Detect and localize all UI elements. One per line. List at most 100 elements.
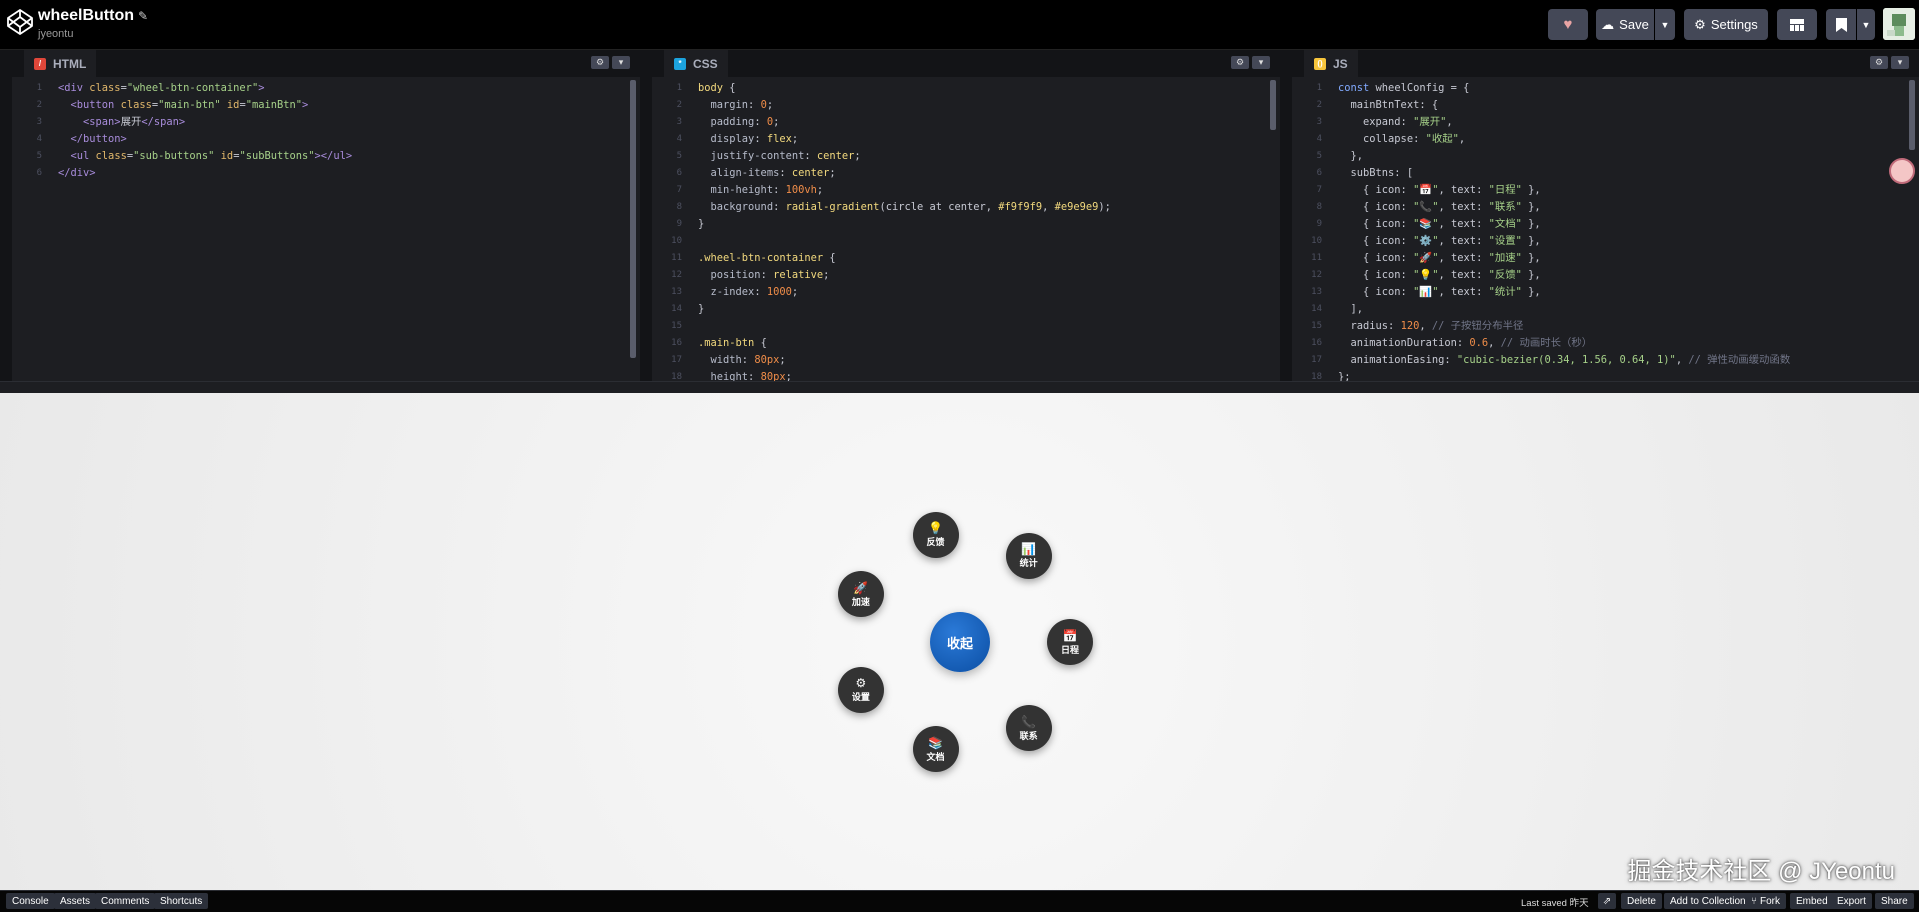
css-code[interactable]: 1 body {2 margin: 0; 3 padding: 0; 4 displa… [652, 80, 1280, 381]
css-editor-pane[interactable]: * CSS ⚙ ▾ 1 body {2 margin: 0; 3 padding: 0… [652, 50, 1280, 381]
pane-settings-button[interactable]: ⚙ [1231, 56, 1249, 69]
tab-js[interactable]: () JS [1304, 50, 1358, 77]
code-token: "联系" [1488, 201, 1522, 213]
code-token: 80px [754, 354, 780, 366]
comments-button[interactable]: Comments [95, 893, 156, 909]
delete-button[interactable]: Delete [1621, 893, 1662, 909]
sub-button[interactable]: 🚀 加速 [837, 571, 884, 618]
line-number: 1 [676, 83, 682, 93]
pane-collapse-button[interactable]: ▾ [1891, 56, 1909, 69]
js-code[interactable]: 1 const wheelConfig = {2 mainBtnText: {3 … [1292, 80, 1919, 381]
codepen-logo-icon[interactable] [6, 8, 34, 36]
scrollbar[interactable] [630, 80, 636, 358]
code-token: ; [829, 167, 836, 179]
bookmark-button[interactable] [1826, 9, 1856, 40]
calendar-icon: 📅 [1062, 628, 1078, 643]
html-badge-icon: / [34, 57, 46, 70]
line-number: 10 [1311, 236, 1322, 246]
code-token: expand: [1338, 116, 1414, 128]
top-bar: wheelButton ✎ jyeontu ♥ ☁ Save ▼ ⚙ Settings… [0, 0, 1919, 50]
code-token: { icon: [1338, 235, 1414, 247]
code-token: , text: [1438, 252, 1489, 264]
code-token: "文档" [1488, 218, 1522, 230]
code-token: , [1488, 337, 1501, 349]
edit-pencil-icon[interactable]: ✎ [138, 9, 148, 23]
sub-button[interactable]: 📊 统计 [1005, 532, 1052, 579]
code-token: 展开 [120, 116, 142, 128]
fork-button[interactable]: ⑂ Fork [1745, 893, 1786, 909]
code-token: }, [1521, 184, 1541, 196]
watermark: 掘金技术社区 @ JYeontu [1627, 858, 1895, 885]
sub-button[interactable]: 📞 联系 [1005, 705, 1052, 751]
assets-button[interactable]: Assets [54, 893, 97, 909]
external-link-button[interactable]: ⇗ [1598, 893, 1616, 909]
code-line: 1 body { [652, 80, 1280, 97]
code-token: , [1419, 320, 1432, 332]
pane-collapse-button[interactable]: ▾ [612, 56, 630, 69]
code-token: ; [816, 184, 824, 196]
embed-button[interactable]: Embed [1790, 893, 1834, 909]
tab-css[interactable]: * CSS [664, 50, 728, 77]
user-avatar[interactable] [1883, 8, 1915, 40]
settings-button[interactable]: ⚙ Settings [1684, 9, 1768, 40]
code-line: 3 expand: "展开", [1292, 114, 1919, 131]
code-token: 100vh [785, 184, 817, 196]
line-number: 2 [676, 100, 682, 110]
bookmark-dropdown-button[interactable]: ▼ [1857, 9, 1875, 40]
code-token: }, [1521, 269, 1541, 281]
sub-button[interactable]: ⚙ 设置 [837, 666, 884, 713]
sub-button-label: 设置 [851, 692, 870, 703]
code-line: 4 collapse: "收起", [1292, 131, 1919, 148]
code-token: "📚" [1413, 218, 1439, 230]
save-button[interactable]: ☁ Save [1596, 9, 1654, 40]
shortcuts-button[interactable]: Shortcuts [154, 893, 209, 909]
code-token: }, [1338, 150, 1364, 162]
console-button[interactable]: Console [6, 893, 55, 909]
sub-button-label: 加速 [851, 596, 870, 607]
code-token: { [729, 82, 736, 94]
js-editor-pane[interactable]: () JS ⚙ ▾ 1 const wheelConfig = {2 mainBtn… [1292, 50, 1919, 381]
code-token: width [698, 354, 742, 366]
export-button[interactable]: Export [1831, 893, 1872, 909]
code-token: "sub-buttons" [133, 150, 215, 162]
code-token: position [698, 269, 761, 281]
line-number: 4 [1316, 134, 1322, 144]
scrollbar[interactable] [1909, 80, 1915, 150]
bookmark-icon [1835, 17, 1847, 32]
code-token: wheelConfig = { [1375, 82, 1470, 94]
share-button[interactable]: Share [1875, 893, 1914, 909]
code-line: 18 height: 80px; [652, 369, 1280, 381]
fork-icon: ⑂ [1751, 895, 1757, 907]
chevron-down-icon: ▼ [1861, 19, 1871, 30]
code-token: "反馈" [1488, 269, 1522, 281]
sub-button[interactable]: 💡 反馈 [912, 511, 959, 558]
line-number: 16 [671, 338, 682, 348]
scrollbar[interactable] [1270, 80, 1276, 130]
pane-settings-button[interactable]: ⚙ [1870, 56, 1888, 69]
line-number: 9 [1316, 219, 1322, 229]
line-number: 18 [1311, 372, 1322, 381]
sub-button[interactable]: 📚 文档 [912, 726, 959, 773]
tab-html[interactable]: / HTML [24, 50, 97, 77]
pane-collapse-button[interactable]: ▾ [1252, 56, 1270, 69]
html-code[interactable]: 1 <div class="wheel-btn-container"> 2 <but… [12, 80, 640, 381]
code-line: 10 [652, 233, 1280, 250]
code-token: : [773, 184, 786, 196]
code-token: align-items [698, 167, 780, 179]
author-name[interactable]: jyeontu [38, 28, 73, 40]
code-token: "subButtons" [239, 150, 315, 162]
save-dropdown-button[interactable]: ▼ [1655, 9, 1675, 40]
code-token: .main-btn [698, 337, 761, 349]
add-to-collection-button[interactable]: Add to Collection [1664, 893, 1752, 909]
pane-settings-button[interactable]: ⚙ [591, 56, 609, 69]
layout-button[interactable] [1777, 9, 1817, 40]
code-token: center [791, 167, 830, 179]
html-editor-pane[interactable]: / HTML ⚙ ▾ 1 <div class="wheel-btn-contain… [12, 50, 640, 381]
pen-title[interactable]: wheelButton ✎ [38, 7, 148, 25]
floating-helper-icon[interactable] [1889, 158, 1915, 184]
bottom-bar: Console Assets Comments Shortcuts Last s… [0, 890, 1919, 912]
love-button[interactable]: ♥ [1548, 9, 1588, 40]
main-toggle-button[interactable]: 收起 [930, 612, 990, 672]
sub-button[interactable]: 📅 日程 [1047, 619, 1093, 665]
